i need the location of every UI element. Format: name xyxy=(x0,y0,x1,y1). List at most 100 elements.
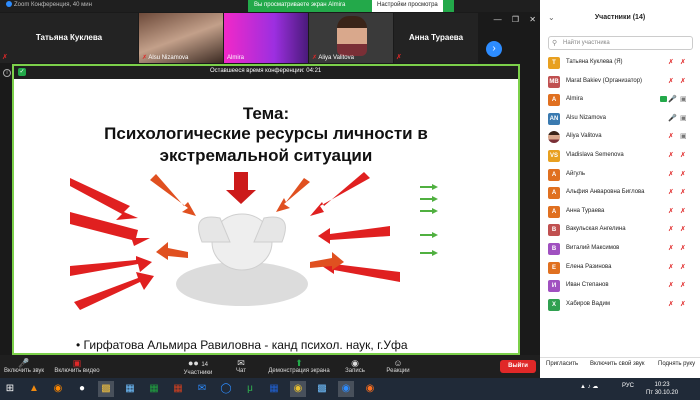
slide-title-line1: Тема: xyxy=(242,104,290,123)
video-icon: ▣ xyxy=(680,96,687,104)
stressed-person-icon xyxy=(176,213,308,306)
avatar: В xyxy=(548,224,560,237)
restore-icon[interactable]: ❐ xyxy=(512,15,519,24)
record-button[interactable]: ◉ Запись xyxy=(340,358,370,374)
powerpoint-icon[interactable]: ▦ xyxy=(170,381,186,397)
app-icon[interactable]: ▦ xyxy=(122,381,138,397)
participant-name: Almira xyxy=(566,96,584,103)
close-icon[interactable]: ✕ xyxy=(529,15,536,24)
slide-title-line2: Психологические ресурсы личности в xyxy=(104,124,428,143)
thumbnail-alsu[interactable]: ✗ Alsu Nizamova xyxy=(139,13,223,63)
start-icon[interactable]: ⊞ xyxy=(2,381,18,397)
participant-name: Альфия Анваровна Биглова xyxy=(566,189,645,196)
participant-search-input[interactable]: ⚲ Найти участника xyxy=(548,36,693,50)
avatar: А xyxy=(548,205,560,218)
video-off-icon: ✗ xyxy=(680,226,686,234)
video-off-icon: ✗ xyxy=(680,282,686,290)
participants-icon: ●● 14 xyxy=(187,358,209,368)
chat-button[interactable]: ✉ Чат xyxy=(226,358,256,374)
utorrent-icon[interactable]: μ xyxy=(242,381,258,397)
mail-icon[interactable]: ✉ xyxy=(194,381,210,397)
participant-row[interactable]: AN Alsu Nizamova 🎤 ▣ xyxy=(540,110,700,129)
participant-name: Alsu Nizamova xyxy=(566,114,607,121)
unmute-button[interactable]: 🎤 Включить звук xyxy=(4,358,44,374)
app-icon[interactable]: ◉ xyxy=(50,381,66,397)
app-icon[interactable]: ◯ xyxy=(218,381,234,397)
chrome-icon[interactable]: ◉ xyxy=(290,381,306,397)
video-off-icon: ✗ xyxy=(680,244,686,252)
participant-row[interactable]: VS Vladislava Semenova ✗ ✗ xyxy=(540,147,700,166)
participants-footer: Пригласить Включить свой звук Поднять ру… xyxy=(540,357,700,371)
slide-title-line3: экстремальной ситуации xyxy=(159,146,373,165)
participant-row[interactable]: А Айгуль ✗ ✗ xyxy=(540,166,700,185)
thumbnail-tatyana[interactable]: Татьяна Куклева ✗ xyxy=(0,13,138,63)
participant-name: Виталий Максимов xyxy=(566,244,620,251)
avatar: MB xyxy=(548,75,560,88)
avatar: И xyxy=(548,280,560,293)
video-icon: ▣ xyxy=(680,114,687,122)
participant-row[interactable]: А Анна Тураева ✗ ✗ xyxy=(540,203,700,222)
minimize-icon[interactable]: — xyxy=(494,15,502,24)
participant-name: Айгуль xyxy=(566,170,586,177)
unmute-self-button[interactable]: Включить свой звук xyxy=(590,361,645,367)
thumbnail-name: Almira xyxy=(227,55,245,61)
invite-button[interactable]: Пригласить xyxy=(546,361,578,367)
thumbnail-anna[interactable]: Анна Тураева ✗ xyxy=(394,13,478,63)
file-explorer-icon[interactable]: ▩ xyxy=(98,381,114,397)
mic-muted-icon: ✗ xyxy=(668,282,674,290)
avatar: А xyxy=(548,168,560,181)
video-icon: ▣ xyxy=(680,133,687,141)
mic-muted-icon: ✗ xyxy=(668,151,674,159)
mic-muted-icon: ✗ xyxy=(668,263,674,271)
mic-muted-icon: ✗ xyxy=(312,55,318,61)
participant-row[interactable]: Х Хабиров Вадим ✗ ✗ xyxy=(540,296,700,315)
participant-row[interactable]: А Альфия Анваровна Биглова ✗ ✗ xyxy=(540,184,700,203)
mic-muted-icon: ✗ xyxy=(396,54,402,61)
participant-row[interactable]: В Виталий Максимов ✗ ✗ xyxy=(540,240,700,259)
language-indicator[interactable]: РУС xyxy=(622,383,634,389)
word-icon[interactable]: ▦ xyxy=(266,381,282,397)
mic-muted-icon: ✗ xyxy=(668,300,674,308)
raise-hand-button[interactable]: Поднять руку xyxy=(658,361,695,367)
thumbnail-aliya[interactable]: ✗ Aliya Valitova xyxy=(309,13,393,63)
share-screen-button[interactable]: ⬆ Демонстрация экрана xyxy=(264,358,334,374)
participant-row[interactable]: И Иван Степанов ✗ ✗ xyxy=(540,277,700,296)
app-icon[interactable]: ▩ xyxy=(314,381,330,397)
shared-screen: ✓ Оставшееся время конференции: 04:21 i … xyxy=(3,64,520,355)
participant-row[interactable]: Aliya Valitova ✗ ▣ xyxy=(540,128,700,147)
mic-muted-icon: ✗ xyxy=(668,207,674,215)
search-icon: ⚲ xyxy=(552,40,558,47)
thumbnail-almira[interactable]: Almira xyxy=(224,13,308,63)
participants-header: Участники (14) xyxy=(594,14,646,21)
leave-button[interactable]: Выйти xyxy=(500,360,536,373)
firefox-icon[interactable]: ◉ xyxy=(362,381,378,397)
participant-row[interactable]: Т Татьяна Куклева (Я) ✗ ✗ xyxy=(540,54,700,73)
excel-icon[interactable]: ▦ xyxy=(146,381,162,397)
security-shield-icon[interactable]: ✓ xyxy=(18,68,26,76)
zoom-window: Zoom Конференция, 40 мин Вы просматривае… xyxy=(0,0,540,378)
reactions-button[interactable]: ☺ Реакции xyxy=(382,358,414,374)
participant-row[interactable]: A Almira 🎤 ▣ xyxy=(540,91,700,110)
start-video-button[interactable]: ▣ Включить видео xyxy=(52,358,102,374)
windows-taskbar: ⊞ ▲ ◉ ● ▩ ▦ ▦ ▦ ✉ ◯ μ ▦ ◉ ▩ ◉ ◉ ▲ ♪ ☁ РУ… xyxy=(0,378,700,400)
vlc-icon[interactable]: ▲ xyxy=(26,381,42,397)
green-arrow-icon xyxy=(420,184,438,256)
thumbnail-name: ✗ Aliya Valitova xyxy=(312,55,354,61)
next-page-button[interactable]: › xyxy=(486,41,502,57)
app-icon[interactable]: ● xyxy=(74,381,90,397)
info-icon[interactable]: i xyxy=(3,69,11,77)
mic-muted-icon: ✗ xyxy=(668,189,674,197)
participants-button[interactable]: ●● 14 Участники xyxy=(180,358,216,376)
mic-muted-icon: ✗ xyxy=(668,77,674,85)
mic-muted-icon: ✗ xyxy=(142,55,148,61)
zoom-logo-icon xyxy=(6,1,12,7)
clock[interactable]: 10:23 Пт 30.10.20 xyxy=(646,381,678,397)
thumbnail-name: ✗ Alsu Nizamova xyxy=(142,55,189,61)
participant-row[interactable]: Е Елена Разинова ✗ ✗ xyxy=(540,259,700,278)
zoom-taskbar-icon[interactable]: ◉ xyxy=(338,381,354,397)
view-options-button[interactable]: Настройки просмотра xyxy=(372,0,443,12)
tray-icons[interactable]: ▲ ♪ ☁ xyxy=(580,383,598,390)
participant-row[interactable]: MB Marat Bakiev (Организатор) ✗ ✗ xyxy=(540,73,700,92)
participant-row[interactable]: В Вакульская Ангелина ✗ ✗ xyxy=(540,221,700,240)
video-off-icon: ✗ xyxy=(680,170,686,178)
